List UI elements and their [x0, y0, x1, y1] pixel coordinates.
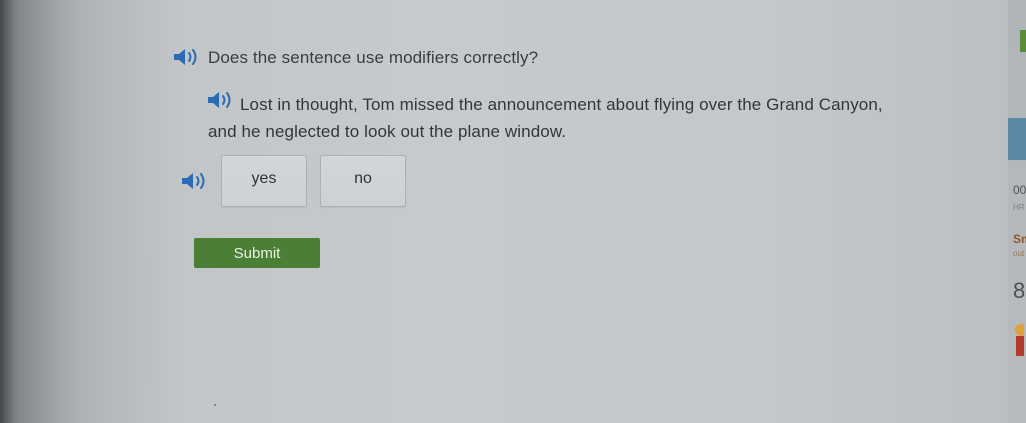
score-label-fragment: Sm [1013, 232, 1026, 246]
question-prompt: Does the sentence use modifiers correctl… [208, 48, 539, 67]
time-unit-fragment: HR [1013, 203, 1025, 212]
choice-yes-label: yes [251, 170, 277, 187]
screen-edge-shade [0, 0, 186, 423]
question-speaker-icon[interactable] [172, 47, 202, 67]
score-value-fragment: 8 [1013, 278, 1026, 303]
screen-speck [214, 404, 216, 406]
choice-yes-button[interactable]: yes [221, 155, 307, 207]
score-sub-fragment: out [1013, 249, 1025, 258]
sentence-text: Lost in thought, Tom missed the announce… [208, 91, 928, 145]
choices-speaker-icon[interactable] [180, 171, 210, 191]
practice-question-area: Does the sentence use modifiers correctl… [0, 0, 1026, 423]
time-value-fragment: 00 [1013, 183, 1026, 197]
choice-no-button[interactable]: no [320, 155, 406, 207]
submit-button[interactable]: Submit [194, 238, 320, 268]
sentence-line-1: Lost in thought, Tom missed the announce… [240, 95, 883, 114]
side-panel-tab [1020, 30, 1026, 52]
choice-no-label: no [354, 170, 372, 187]
award-ribbon-icon [1012, 322, 1026, 358]
side-panel-blue-block [1008, 118, 1026, 160]
sentence-line-2: and he neglected to look out the plane w… [208, 122, 567, 141]
